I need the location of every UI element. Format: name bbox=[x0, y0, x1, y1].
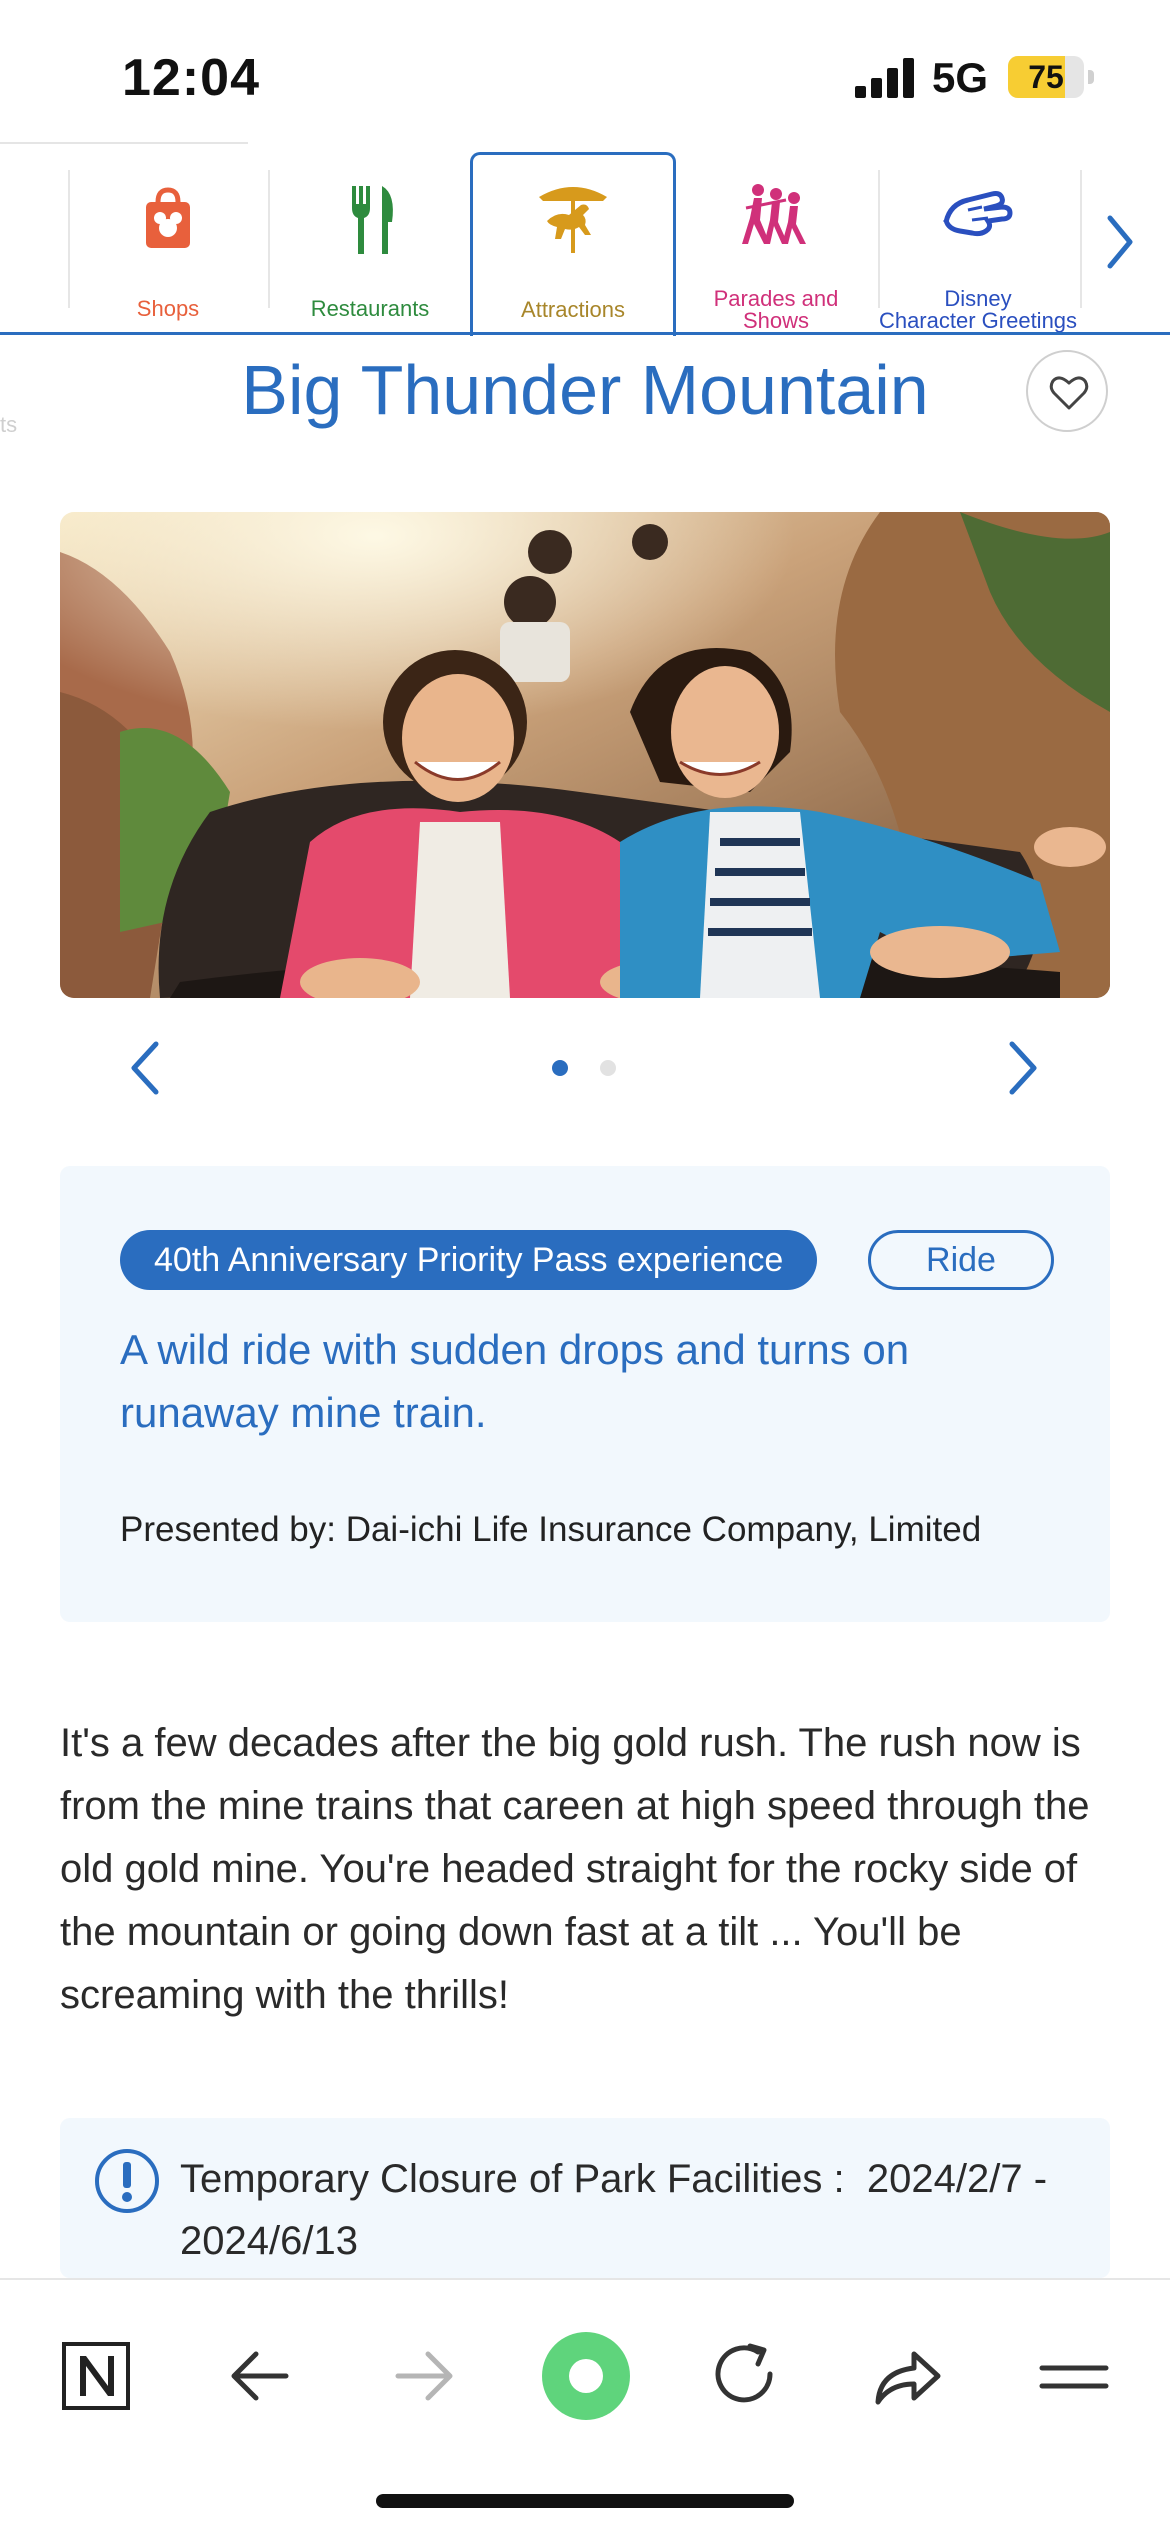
category-label-line2: Character Greetings bbox=[878, 308, 1078, 333]
shopping-bag-icon bbox=[146, 187, 190, 248]
category-restaurants[interactable]: Restaurants bbox=[270, 166, 470, 332]
category-label: Restaurants bbox=[310, 296, 430, 321]
network-type: 5G bbox=[932, 54, 989, 101]
category-nav: ts Shops Restaurants Attractions Parades… bbox=[0, 140, 1170, 437]
category-label-line1: Parades and bbox=[713, 286, 839, 311]
closure-notice-text: Temporary Closure of Park Facilities : 2… bbox=[180, 2157, 1048, 2263]
attraction-tagline: A wild ride with sudden drops and turns … bbox=[120, 1326, 910, 1436]
status-bar: 12:04 5G 75 bbox=[0, 0, 1170, 150]
exclamation-circle-icon bbox=[95, 2149, 159, 2213]
status-time: 12:04 bbox=[122, 49, 260, 107]
closure-notice[interactable]: Temporary Closure of Park Facilities : 2… bbox=[60, 2118, 1110, 2278]
category-label: Attractions bbox=[521, 297, 625, 322]
home-indicator[interactable] bbox=[376, 2494, 794, 2508]
category-shops[interactable]: Shops bbox=[68, 166, 268, 332]
attraction-photo bbox=[60, 512, 1110, 998]
back-arrow-icon[interactable] bbox=[220, 2336, 300, 2416]
n-logo-icon[interactable] bbox=[56, 2336, 136, 2416]
category-attractions[interactable]: Attractions bbox=[470, 152, 676, 336]
battery-icon: 75 bbox=[1008, 56, 1094, 98]
attraction-description: It's a few decades after the big gold ru… bbox=[60, 1721, 1090, 2017]
battery-level: 75 bbox=[1028, 59, 1064, 95]
category-parades-shows[interactable]: Parades and Shows bbox=[676, 166, 876, 332]
forward-arrow-icon[interactable] bbox=[384, 2336, 464, 2416]
carousel-prev-button[interactable] bbox=[124, 1036, 168, 1100]
category-label: Shops bbox=[136, 296, 200, 321]
category-character-greetings[interactable]: Disney Character Greetings bbox=[878, 166, 1078, 332]
carousel-dot[interactable] bbox=[600, 1060, 616, 1076]
heart-icon bbox=[1049, 376, 1089, 410]
green-dot-icon[interactable] bbox=[540, 2330, 632, 2422]
fork-knife-icon bbox=[352, 186, 393, 254]
category-partial-label[interactable]: ts bbox=[0, 412, 17, 438]
carousel-dot-active[interactable] bbox=[552, 1060, 568, 1076]
category-label-line1: Disney bbox=[944, 286, 1012, 311]
favorite-button[interactable] bbox=[1026, 350, 1108, 432]
ride-tag: Ride bbox=[868, 1230, 1054, 1290]
cellular-signal-icon bbox=[855, 58, 914, 98]
page-title: Big Thunder Mountain bbox=[241, 351, 929, 429]
share-icon[interactable] bbox=[866, 2336, 946, 2416]
reload-icon[interactable] bbox=[706, 2336, 786, 2416]
menu-icon[interactable] bbox=[1034, 2336, 1114, 2416]
carousel-next-button[interactable] bbox=[1000, 1036, 1044, 1100]
parade-dancers-icon bbox=[742, 184, 806, 244]
glove-hand-icon bbox=[943, 191, 1013, 237]
chevron-right-icon[interactable] bbox=[1100, 210, 1140, 274]
carousel-horse-icon bbox=[539, 187, 607, 253]
sponsor-text: Presented by: Dai-ichi Life Insurance Co… bbox=[120, 1510, 982, 1549]
priority-pass-tag: 40th Anniversary Priority Pass experienc… bbox=[120, 1230, 818, 1290]
category-label-line2: Shows bbox=[742, 308, 810, 333]
